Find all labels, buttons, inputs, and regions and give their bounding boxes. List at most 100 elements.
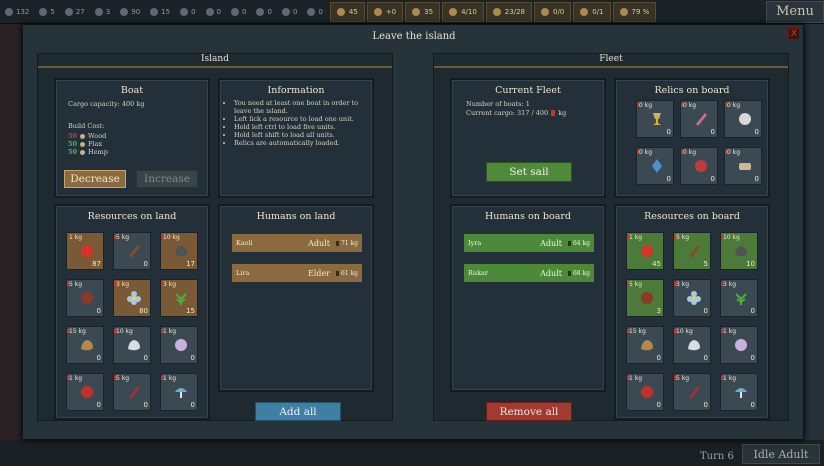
resource-slot[interactable]: 1 kg 87 bbox=[66, 232, 104, 270]
slot-weight: 1 kg bbox=[163, 328, 177, 335]
human-age: Elder bbox=[307, 268, 330, 278]
resource-indicator[interactable]: 23/28 bbox=[485, 1, 532, 22]
status-value: 0 bbox=[267, 7, 272, 16]
resource-indicator[interactable]: 79 % bbox=[612, 1, 657, 22]
resource-slot[interactable]: 0 kg 0 bbox=[636, 147, 674, 185]
resource-slot[interactable]: 0 kg 0 bbox=[636, 100, 674, 138]
resource-icon bbox=[373, 7, 382, 16]
human-row[interactable]: Kaeli Adult 71 kg bbox=[232, 234, 362, 252]
human-weight: 64 kg bbox=[572, 239, 590, 247]
resource-indicator[interactable]: 45 bbox=[329, 1, 365, 22]
add-all-button[interactable]: Add all bbox=[255, 402, 341, 421]
slot-weight: 3 kg bbox=[116, 281, 130, 288]
resource-slot[interactable]: 3 kg 15 bbox=[160, 279, 198, 317]
meat-icon bbox=[79, 290, 95, 306]
human-row[interactable]: Rukar Adult 68 kg bbox=[464, 264, 594, 282]
resource-slot[interactable]: 15 kg 0 bbox=[66, 326, 104, 364]
status-indicator: 5 bbox=[34, 0, 59, 24]
salt-icon bbox=[686, 337, 702, 353]
resource-slot[interactable]: 3 kg 0 bbox=[673, 279, 711, 317]
weight-icon bbox=[567, 240, 571, 246]
resource-indicator[interactable]: +0 bbox=[366, 1, 404, 22]
meat-icon bbox=[639, 290, 655, 306]
current-fleet-panel: Current Fleet Number of boats: 1 Current… bbox=[450, 78, 606, 198]
berries-icon bbox=[639, 384, 655, 400]
berries-icon bbox=[79, 384, 95, 400]
slot-weight: 1 kg bbox=[163, 375, 177, 382]
resource-slot[interactable]: 15 kg 0 bbox=[626, 326, 664, 364]
idle-adult-button[interactable]: Idle Adult bbox=[742, 444, 820, 464]
resource-indicator[interactable]: 35 bbox=[405, 1, 441, 22]
resource-slot[interactable]: 10 kg 0 bbox=[113, 326, 151, 364]
resource-slot[interactable]: 5 kg 5 bbox=[673, 232, 711, 270]
remove-all-button[interactable]: Remove all bbox=[486, 402, 572, 421]
resource-slot[interactable]: 3 kg 80 bbox=[113, 279, 151, 317]
set-sail-button[interactable]: Set sail bbox=[486, 162, 572, 182]
slot-quantity: 0 bbox=[710, 175, 715, 183]
resource-slot[interactable]: 0 kg 0 bbox=[680, 147, 718, 185]
resource-slot[interactable]: 1 kg 0 bbox=[160, 373, 198, 411]
slot-quantity: 0 bbox=[750, 307, 755, 315]
resource-slot[interactable]: 5 kg 0 bbox=[113, 232, 151, 270]
resource-slot[interactable]: 10 kg 0 bbox=[673, 326, 711, 364]
resources-on-land-panel: Resources on land 1 kg 87 5 kg 0 10 kg 17 5 kg… bbox=[54, 204, 210, 420]
slot-weight: 15 kg bbox=[629, 328, 646, 335]
decrease-button[interactable]: Decrease bbox=[64, 170, 126, 188]
flax-flower-icon bbox=[126, 290, 142, 306]
resource-slot[interactable]: 1 kg 0 bbox=[66, 373, 104, 411]
relics-panel: Relics on board 0 kg 0 0 kg 0 0 kg 0 0 kg 0 0 kg… bbox=[614, 78, 770, 198]
weight-icon bbox=[335, 240, 339, 246]
resource-slot[interactable]: 10 kg 10 bbox=[720, 232, 758, 270]
weight-icon bbox=[335, 270, 339, 276]
resource-slot[interactable]: 0 kg 0 bbox=[724, 147, 762, 185]
status-icon bbox=[231, 7, 240, 16]
build-cost-row: 50 Wood bbox=[68, 132, 108, 140]
bread-icon bbox=[639, 337, 655, 353]
slot-quantity: 0 bbox=[666, 128, 671, 136]
current-cargo-unit: kg bbox=[558, 109, 567, 117]
heart-icon bbox=[693, 158, 709, 174]
resource-slot[interactable]: 0 kg 0 bbox=[724, 100, 762, 138]
information-line: Hold left ctrl to load five units. bbox=[234, 123, 368, 131]
resource-slot[interactable]: 1 kg 45 bbox=[626, 232, 664, 270]
close-icon[interactable]: X bbox=[788, 28, 800, 40]
resource-slot[interactable]: 5 kg 0 bbox=[113, 373, 151, 411]
resource-indicator[interactable]: 0/1 bbox=[573, 1, 611, 22]
status-indicator: 0 bbox=[277, 0, 302, 24]
slot-weight: 0 kg bbox=[639, 149, 653, 156]
resource-slot[interactable]: 5 kg 0 bbox=[66, 279, 104, 317]
resources-on-land-title: Resources on land bbox=[87, 211, 177, 222]
status-value: 0 bbox=[318, 7, 323, 16]
resource-slot[interactable]: 1 kg 0 bbox=[720, 326, 758, 364]
humans-on-board-panel: Humans on board Iyra Adult 64 kg Rukar Adult… bbox=[450, 204, 606, 392]
fleet-section: Fleet Current Fleet Number of boats: 1 C… bbox=[433, 53, 789, 421]
slot-weight: 10 kg bbox=[163, 234, 180, 241]
information-panel: Information You need at least one boat i… bbox=[218, 78, 374, 198]
resource-slot[interactable]: 1 kg 0 bbox=[626, 373, 664, 411]
island-section: Island Boat Cargo capacity: 400 kg Build… bbox=[37, 53, 393, 421]
menu-button[interactable]: Menu bbox=[766, 0, 824, 23]
resource-slot[interactable]: 5 kg 3 bbox=[626, 279, 664, 317]
slot-weight: 1 kg bbox=[629, 234, 643, 241]
resource-icon bbox=[540, 7, 549, 16]
information-line: Hold left shift to load all units. bbox=[234, 131, 368, 139]
resource-indicator[interactable]: 0/0 bbox=[533, 1, 572, 22]
scroll-icon bbox=[737, 158, 753, 174]
slot-weight: 1 kg bbox=[629, 375, 643, 382]
human-weight: 68 kg bbox=[572, 269, 590, 277]
cost-name: Hemp bbox=[88, 148, 108, 156]
human-row[interactable]: Iyra Adult 64 kg bbox=[464, 234, 594, 252]
status-icon bbox=[120, 7, 129, 16]
resource-indicator[interactable]: 4/10 bbox=[442, 1, 484, 22]
resource-slot[interactable]: 1 kg 0 bbox=[720, 373, 758, 411]
resource-slot[interactable]: 0 kg 0 bbox=[680, 100, 718, 138]
status-value: 132 bbox=[16, 7, 30, 16]
resource-slot[interactable]: 10 kg 17 bbox=[160, 232, 198, 270]
resource-slot[interactable]: 3 kg 0 bbox=[720, 279, 758, 317]
information-line: Left lick a resource to load one unit. bbox=[234, 115, 368, 123]
human-row[interactable]: Lira Elder 61 kg bbox=[232, 264, 362, 282]
resource-slot[interactable]: 5 kg 0 bbox=[673, 373, 711, 411]
increase-button[interactable]: Increase bbox=[136, 170, 198, 188]
number-of-boats: Number of boats: 1 bbox=[466, 100, 530, 108]
resource-slot[interactable]: 1 kg 0 bbox=[160, 326, 198, 364]
